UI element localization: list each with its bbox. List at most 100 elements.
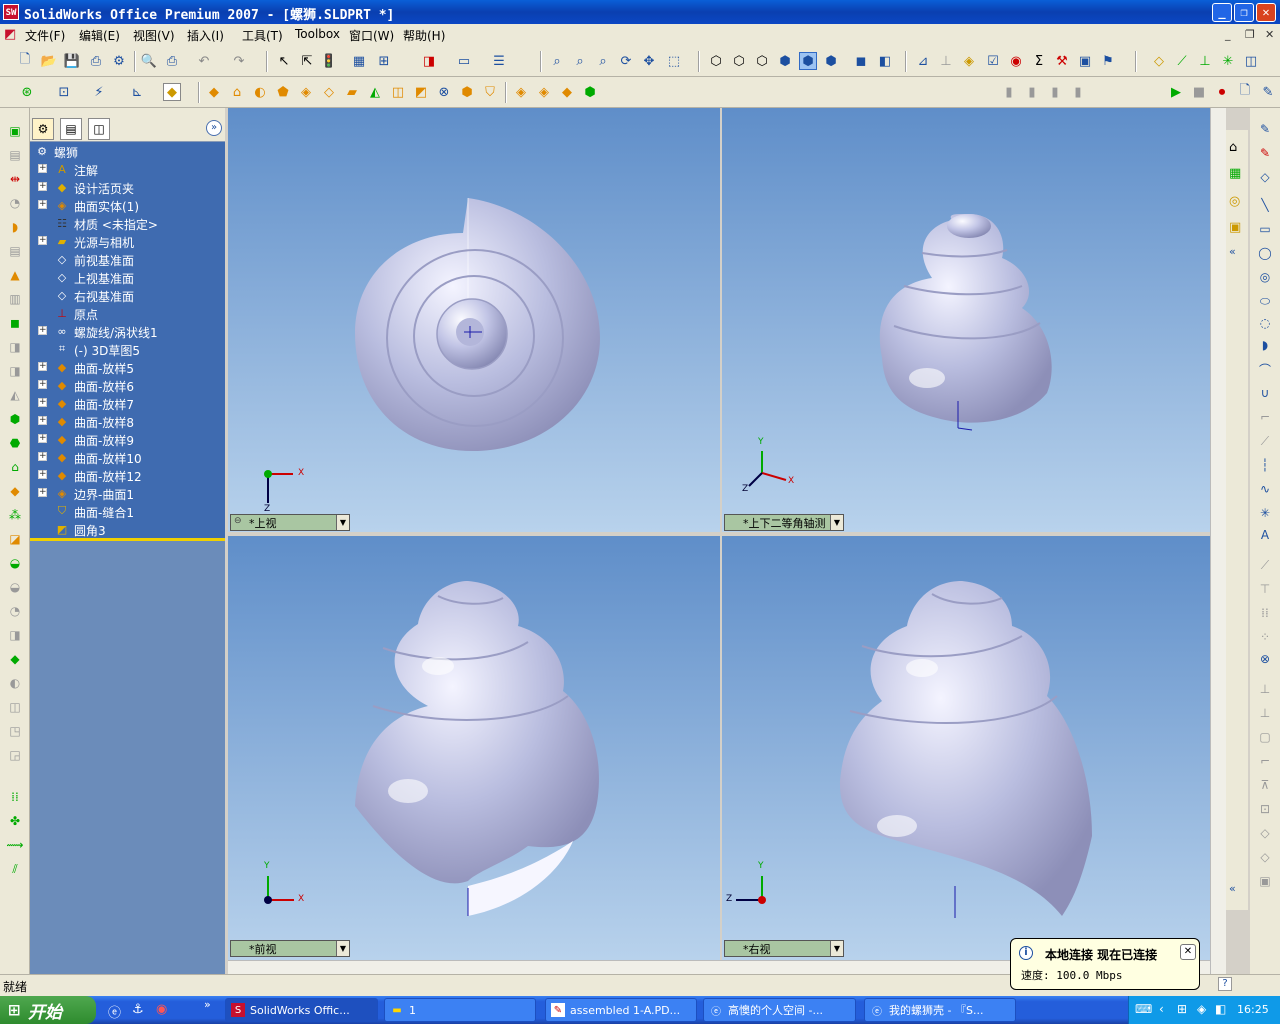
ellipse-icon[interactable]: ⬭ (1256, 292, 1274, 310)
zoom-inout-icon[interactable]: ⌕ (594, 52, 612, 70)
expand-icon[interactable]: + (38, 182, 47, 191)
tree-item[interactable]: + ∞ 螺旋线/涡状线1 (30, 322, 225, 340)
macro-grey-3-icon[interactable]: ▮ (1046, 83, 1064, 101)
view-orientation-icon[interactable]: ⊛ (18, 83, 36, 101)
replace-face-icon[interactable]: ⬢ (458, 83, 476, 101)
extruded-surface-icon[interactable]: ◆ (205, 83, 223, 101)
trim-icon[interactable]: ⟋ (1256, 556, 1274, 574)
parabola-icon[interactable]: ∪ (1256, 384, 1274, 402)
centerpoint-arc-icon[interactable]: ◌ (1256, 314, 1274, 332)
doc-icon[interactable]: ◩ (4, 27, 16, 42)
coordinate-icon[interactable]: ⊥ (1196, 52, 1214, 70)
viewport-label-front[interactable]: *前视 ▼ (230, 940, 350, 957)
menu-toolbox[interactable]: Toolbox (295, 27, 340, 41)
fillet-xpert-icon[interactable]: ⊞ (375, 52, 393, 70)
properties-icon[interactable]: ☰ (490, 52, 508, 70)
expand-icon[interactable]: + (38, 362, 47, 371)
configuration-tab-icon[interactable]: ◫ (88, 118, 110, 140)
balloon-close-icon[interactable]: ✕ (1180, 944, 1196, 960)
tangent-arc-icon[interactable]: ◗ (1256, 336, 1274, 354)
expand-taskpane-icon[interactable]: « (1229, 245, 1236, 258)
deform-icon[interactable]: ◨ (6, 626, 24, 644)
expand-icon[interactable]: + (38, 200, 47, 209)
expand-icon[interactable]: + (38, 434, 47, 443)
move-entities-icon[interactable]: ⊗ (1256, 650, 1274, 668)
untrim-surface-icon[interactable]: ◈ (535, 83, 553, 101)
offset-surface-icon[interactable]: ◇ (320, 83, 338, 101)
macro-run-icon[interactable]: ▶ (1167, 83, 1185, 101)
property-manager-tab-icon[interactable]: ▤ (60, 118, 82, 140)
tree-item[interactable]: + ◆ 曲面-放样7 (30, 394, 225, 412)
grid-icon[interactable]: ▦ (350, 52, 368, 70)
add-relation-icon[interactable]: ⊥ (1256, 680, 1274, 698)
macro-stop-icon[interactable]: ■ (1190, 83, 1208, 101)
rotate-icon[interactable]: ⟳ (617, 52, 635, 70)
undo-icon[interactable]: ↶ (195, 52, 213, 70)
print-icon[interactable]: ⎙ (87, 52, 105, 70)
smart-dim-icon[interactable]: ◇ (1256, 168, 1274, 186)
sketch-line-icon[interactable]: ╲ (1256, 196, 1274, 214)
help-icon[interactable]: ? (1218, 977, 1232, 991)
macro-grey-1-icon[interactable]: ▮ (1000, 83, 1018, 101)
tree-item[interactable]: ⌗ (-) 3D草图5 (30, 340, 225, 358)
line-icon[interactable]: ⟋ (1173, 52, 1191, 70)
tree-item[interactable]: + ◆ 曲面-放样9 (30, 430, 225, 448)
chamfer-grey-icon[interactable]: ◨ (6, 362, 24, 380)
pane-splitter[interactable] (30, 538, 225, 541)
display-relations-icon[interactable]: ⊥ (1256, 704, 1274, 722)
chamfer-sketch-icon[interactable]: ⟋ (1256, 432, 1274, 450)
display-mode-icon[interactable]: ◨ (420, 52, 438, 70)
tray-app-icon[interactable]: ◈ (1197, 1002, 1206, 1016)
tree-item[interactable]: + ▰ 光源与相机 (30, 232, 225, 250)
indent-icon[interactable]: ◳ (6, 722, 24, 740)
macro-grey-2-icon[interactable]: ▮ (1023, 83, 1041, 101)
save-icon[interactable]: 💾 (63, 52, 81, 70)
3d-sketch-icon[interactable]: ✎ (1256, 144, 1274, 162)
dimension-icon[interactable]: ⊾ (128, 83, 146, 101)
sketch-tool-icon[interactable]: ✎ (1256, 120, 1274, 138)
viewport-top[interactable]: X Z ⊖ *上视 ▼ (228, 108, 720, 532)
network-balloon[interactable]: i 本地连接 现在已连接 ✕ 速度: 100.0 Mbps (1010, 938, 1200, 990)
taskbar-item-solidworks[interactable]: S SolidWorks Offic... (225, 998, 378, 1022)
ie-quicklaunch-icon[interactable]: ⓔ (108, 1002, 121, 1021)
select-filter-icon[interactable]: ⇱ (298, 52, 316, 70)
perimeter-circle-icon[interactable]: ◎ (1256, 268, 1274, 286)
tree-item[interactable]: + ◆ 曲面-放样10 (30, 448, 225, 466)
sketch-point-icon[interactable]: ✳ (1256, 504, 1274, 522)
solidworks-app-icon[interactable]: SW (3, 4, 19, 20)
window-layout-icon[interactable]: ▭ (455, 52, 473, 70)
expand-panel-icon[interactable]: « (1229, 882, 1236, 895)
linear-pattern-sketch-icon[interactable]: ⁞⁞ (1256, 604, 1274, 622)
horizontal-splitter[interactable] (228, 532, 1210, 536)
trim-surface-icon[interactable]: ◈ (512, 83, 530, 101)
library-icon[interactable]: ▦ (1229, 166, 1241, 181)
viewport-right[interactable]: Y Z *右视 ▼ (722, 536, 1210, 960)
extrude-boss-icon[interactable]: ▤ (6, 146, 24, 164)
doc-minimize-button[interactable]: _ (1225, 28, 1231, 41)
tree-root[interactable]: ⚙ 螺狮 (30, 142, 225, 161)
tree-item[interactable]: + A 注解 (30, 160, 225, 178)
wrap-icon[interactable]: ◔ (6, 602, 24, 620)
circular-pattern-sketch-icon[interactable]: ⁘ (1256, 628, 1274, 646)
sweep-cut-icon[interactable]: ▥ (6, 290, 24, 308)
zoom-area-icon[interactable]: ⌕ (571, 52, 589, 70)
import-diagnostics-icon[interactable]: ⚑ (1099, 52, 1117, 70)
sketch-picture-icon[interactable]: ⌐ (1256, 752, 1274, 770)
revolved-surface-icon[interactable]: ⌂ (228, 83, 246, 101)
radiate-surface-icon[interactable]: ◩ (412, 83, 430, 101)
shell-icon[interactable]: ⬢ (6, 410, 24, 428)
view-dropdown-icon[interactable]: ▼ (830, 941, 843, 956)
rib-grey-icon[interactable]: ◭ (6, 386, 24, 404)
rapid-sketch-icon[interactable]: ⊡ (1256, 800, 1274, 818)
doc-close-button[interactable]: ✕ (1265, 28, 1274, 41)
mass-props-icon[interactable]: ⊥ (937, 52, 955, 70)
tree-item[interactable]: ◇ 右视基准面 (30, 286, 225, 305)
repair-sketch-icon[interactable]: ▢ (1256, 728, 1274, 746)
rebuild-icon[interactable]: 🚦 (320, 52, 338, 70)
extend-icon[interactable]: ⊤ (1256, 580, 1274, 598)
circular-pattern-icon[interactable]: ✤ (6, 812, 24, 830)
viewport-label-top[interactable]: ⊖ *上视 ▼ (230, 514, 350, 531)
fill-surface-icon[interactable]: ◭ (366, 83, 384, 101)
quicklaunch-2-icon[interactable]: ⚓ (132, 1002, 144, 1017)
menu-edit[interactable]: 编辑(E) (79, 27, 120, 44)
